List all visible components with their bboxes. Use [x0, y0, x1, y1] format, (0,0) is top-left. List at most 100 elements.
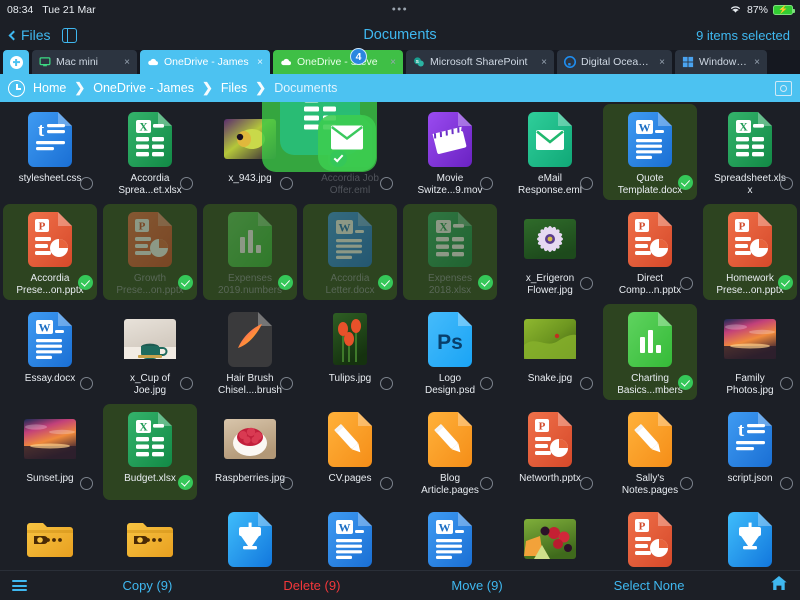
select-circle-icon[interactable]	[280, 377, 293, 390]
file-item[interactable]	[100, 502, 200, 570]
select-circle-icon[interactable]	[80, 477, 93, 490]
file-item[interactable]: Raspberries.jpg	[200, 402, 300, 502]
file-item[interactable]	[200, 502, 300, 570]
select-circle-icon[interactable]	[380, 177, 393, 190]
file-item[interactable]	[500, 502, 600, 570]
breadcrumb-item-onedrive-james[interactable]: OneDrive - James	[93, 81, 194, 95]
tab-onedrive-steve[interactable]: OneDrive - Steve ×	[273, 50, 403, 74]
tab-mac-mini[interactable]: Mac mini ×	[32, 50, 137, 74]
select-circle-icon[interactable]	[780, 177, 793, 190]
tab-windows11[interactable]: Windows11 ×	[675, 50, 767, 74]
select-circle-icon[interactable]	[280, 477, 293, 490]
file-item[interactable]: Expenses 2019.numbers	[200, 202, 300, 302]
file-item[interactable]: X Spreadsheet.xlsx	[700, 102, 800, 202]
select-circle-icon[interactable]	[680, 477, 693, 490]
back-button[interactable]: Files	[8, 27, 51, 43]
select-circle-icon[interactable]	[580, 477, 593, 490]
file-item[interactable]: X Budget.xlsx	[100, 402, 200, 502]
tab-close-icon[interactable]: ×	[257, 57, 263, 68]
hamburger-menu-icon[interactable]	[12, 577, 27, 593]
airplay-button[interactable]	[775, 80, 792, 96]
file-item[interactable]: W Essay.docx	[0, 302, 100, 402]
file-item[interactable]: W Quote Template.docx	[600, 102, 700, 202]
file-item[interactable]: Family Photos.jpg	[700, 302, 800, 402]
selected-check-icon[interactable]	[178, 475, 193, 490]
breadcrumb-item-documents[interactable]: Documents	[274, 81, 337, 95]
selected-check-icon[interactable]	[278, 275, 293, 290]
select-circle-icon[interactable]	[580, 177, 593, 190]
file-item[interactable]	[700, 502, 800, 570]
breadcrumb-item-files[interactable]: Files	[221, 81, 247, 95]
file-item[interactable]: X Expenses 2018.xlsx	[400, 202, 500, 302]
selected-check-icon[interactable]	[778, 275, 793, 290]
tab-close-icon[interactable]: ×	[659, 57, 665, 68]
delete-button[interactable]: Delete (9)	[283, 578, 340, 593]
file-item[interactable]: W	[400, 502, 500, 570]
file-item[interactable]	[0, 502, 100, 570]
file-item[interactable]: t script.json	[700, 402, 800, 502]
move-button[interactable]: Move (9)	[451, 578, 502, 593]
file-item[interactable]: x_943.jpg	[200, 102, 300, 202]
tab-close-icon[interactable]: ×	[754, 57, 760, 68]
tab-digital-ocean-s3[interactable]: Digital Ocean S3 ×	[557, 50, 672, 74]
file-item[interactable]: P Networth.pptx	[500, 402, 600, 502]
copy-button[interactable]: Copy (9)	[122, 578, 172, 593]
file-item[interactable]: Blog Article.pages	[400, 402, 500, 502]
selected-check-icon[interactable]	[178, 275, 193, 290]
file-item[interactable]: Charting Basics...mbers	[600, 302, 700, 402]
history-clock-icon[interactable]	[8, 79, 25, 97]
selected-check-icon[interactable]	[678, 375, 693, 390]
file-item[interactable]: W	[300, 502, 400, 570]
selected-check-icon[interactable]	[478, 275, 493, 290]
tab-close-icon[interactable]: ×	[390, 57, 396, 68]
selected-check-icon[interactable]	[678, 175, 693, 190]
file-item[interactable]: Sally's Notes.pages	[600, 402, 700, 502]
file-item[interactable]: Ps Logo Design.psd	[400, 302, 500, 402]
file-item[interactable]: Tulips.jpg	[300, 302, 400, 402]
select-circle-icon[interactable]	[680, 277, 693, 290]
select-circle-icon[interactable]	[180, 177, 193, 190]
select-circle-icon[interactable]	[80, 177, 93, 190]
select-circle-icon[interactable]	[580, 377, 593, 390]
select-circle-icon[interactable]	[380, 477, 393, 490]
file-item[interactable]: CV.pages	[300, 402, 400, 502]
home-icon[interactable]	[770, 575, 788, 596]
file-item[interactable]: Hair Brush Chisel....brush	[200, 302, 300, 402]
file-item[interactable]: P Growth Prese...on.pptx	[100, 202, 200, 302]
select-circle-icon[interactable]	[480, 477, 493, 490]
sidebar-toggle-icon[interactable]	[61, 27, 77, 43]
file-item[interactable]: x_Cup of Joe.jpg	[100, 302, 200, 402]
select-circle-icon[interactable]	[480, 377, 493, 390]
select-circle-icon[interactable]	[780, 377, 793, 390]
file-item[interactable]: P Accordia Prese...on.pptx	[0, 202, 100, 302]
select-circle-icon[interactable]	[180, 377, 193, 390]
add-tab-button[interactable]	[3, 50, 29, 74]
select-circle-icon[interactable]	[780, 477, 793, 490]
tab-close-icon[interactable]: ×	[541, 57, 547, 68]
file-item[interactable]: W Accordia Letter.docx	[300, 202, 400, 302]
file-item[interactable]: P Direct Comp...n.pptx	[600, 202, 700, 302]
select-circle-icon[interactable]	[380, 377, 393, 390]
select-circle-icon[interactable]	[480, 177, 493, 190]
file-item[interactable]: P Homework Prese...on.pptx	[700, 202, 800, 302]
tab-microsoft-sharepoint[interactable]: S Microsoft SharePoint ×	[406, 50, 554, 74]
file-item[interactable]: eMail Response.eml	[500, 102, 600, 202]
select-circle-icon[interactable]	[580, 277, 593, 290]
file-item[interactable]: P	[600, 502, 700, 570]
tab-close-icon[interactable]: ×	[124, 57, 130, 68]
file-item[interactable]: Movie Switze...9.mov	[400, 102, 500, 202]
file-item[interactable]: Sunset.jpg	[0, 402, 100, 502]
file-item[interactable]: Accordia Job Offer.eml	[300, 102, 400, 202]
select-none-button[interactable]: Select None	[614, 578, 685, 593]
selected-check-icon[interactable]	[78, 275, 93, 290]
breadcrumb-item-home[interactable]: Home	[33, 81, 66, 95]
select-circle-icon[interactable]	[280, 177, 293, 190]
file-item[interactable]: Snake.jpg	[500, 302, 600, 402]
file-grid-container[interactable]: t stylesheet.css X Accordia Sprea...et.x…	[0, 102, 800, 570]
file-item[interactable]: t stylesheet.css	[0, 102, 100, 202]
file-item[interactable]: X Accordia Sprea...et.xlsx	[100, 102, 200, 202]
select-circle-icon[interactable]	[80, 377, 93, 390]
selected-check-icon[interactable]	[378, 275, 393, 290]
tab-onedrive-james[interactable]: OneDrive - James ×	[140, 50, 270, 74]
file-item[interactable]: x_Erigeron Flower.jpg	[500, 202, 600, 302]
